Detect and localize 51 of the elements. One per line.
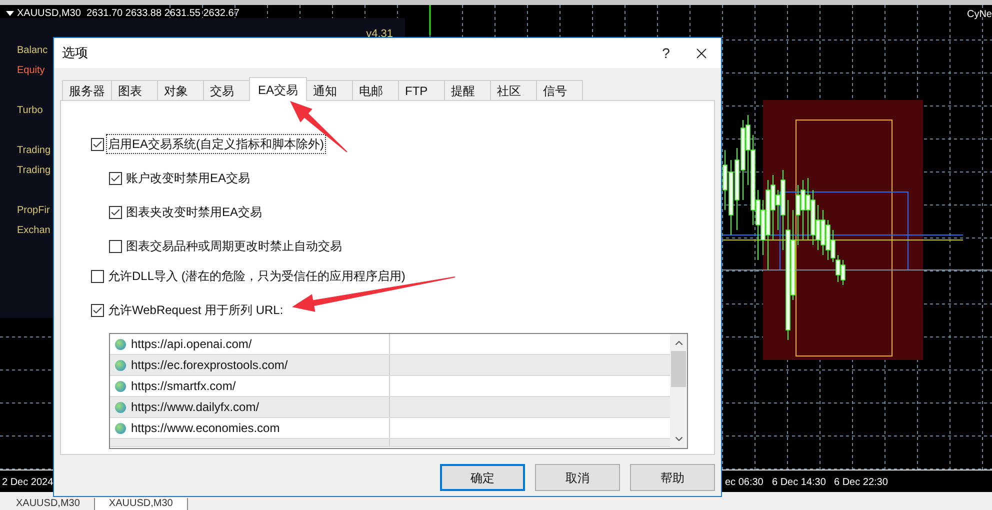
scrollbar[interactable] <box>670 334 687 448</box>
checkbox-label: 允许WebRequest 用于所列 URL: <box>107 302 284 319</box>
help-button[interactable]: ? <box>651 41 681 65</box>
checkbox-label: 允许DLL导入 (潜在的危险，只为受信任的应用程序启用) <box>107 268 406 285</box>
url-text[interactable]: https://www.economies.com <box>131 419 280 437</box>
indicator-label: Turbo <box>17 104 43 118</box>
tab[interactable]: 服务器 <box>62 80 112 101</box>
dropdown-icon[interactable] <box>6 11 14 16</box>
checkbox[interactable] <box>109 240 122 252</box>
checkbox-label: 账户改变时禁用EA交易 <box>125 170 252 187</box>
dialog-title: 选项 <box>62 44 88 62</box>
time-axis-label: ec 06:30 <box>725 476 764 490</box>
tab[interactable]: 信号 <box>536 80 584 101</box>
indicator-label: Equity <box>17 64 45 78</box>
checkbox[interactable] <box>91 138 104 150</box>
check-icon <box>110 172 121 184</box>
time-axis-label: 6 Dec 22:30 <box>834 476 888 490</box>
indicator-label: Exchan <box>17 224 50 238</box>
indicator-label: CyNe <box>966 8 992 22</box>
checkbox-label: 图表夹改变时禁用EA交易 <box>125 204 264 221</box>
indicator-label: PropFir <box>17 204 50 218</box>
globe-icon <box>115 360 126 370</box>
checkbox-label: 启用EA交易系统(自定义指标和脚本除外) <box>107 135 325 153</box>
globe-icon <box>115 338 126 350</box>
chart-tab[interactable]: XAUUSD,M30 <box>94 498 188 510</box>
checkbox[interactable] <box>91 304 104 316</box>
dialog-button[interactable]: 帮助 <box>630 464 715 491</box>
scroll-thumb[interactable] <box>671 351 686 387</box>
check-icon <box>92 304 103 316</box>
symbol-quote: XAUUSD,M30 2631.70 2633.88 2631.55 2632.67 <box>17 7 240 21</box>
time-axis-label: 2 Dec 2024 <box>2 476 54 490</box>
check-icon <box>92 138 103 150</box>
url-text[interactable]: https://api.openai.com/ <box>131 335 252 353</box>
globe-icon <box>115 380 126 392</box>
check-icon <box>110 206 121 218</box>
checkbox[interactable] <box>109 172 122 184</box>
indicator-label: Trading <box>17 144 51 158</box>
url-text[interactable]: https://www.dailyfx.com/ <box>131 398 260 416</box>
time-axis-label: 6 Dec 14:30 <box>772 476 826 490</box>
globe-icon <box>115 422 126 434</box>
tab[interactable]: EA交易 <box>249 77 308 101</box>
checkbox[interactable] <box>109 206 122 218</box>
checkbox-label: 图表交易品种或周期更改时禁止自动交易 <box>125 238 343 255</box>
dialog-button[interactable]: 确定 <box>440 464 525 491</box>
url-text[interactable]: https://smartfx.com/ <box>131 377 236 395</box>
indicator-label: Balanc <box>17 44 48 58</box>
dialog-button[interactable]: 取消 <box>535 464 620 491</box>
globe-icon <box>115 402 126 412</box>
indicator-label: Trading <box>17 164 51 178</box>
version-label: v4.31 <box>366 27 393 40</box>
checkbox[interactable] <box>91 270 104 282</box>
